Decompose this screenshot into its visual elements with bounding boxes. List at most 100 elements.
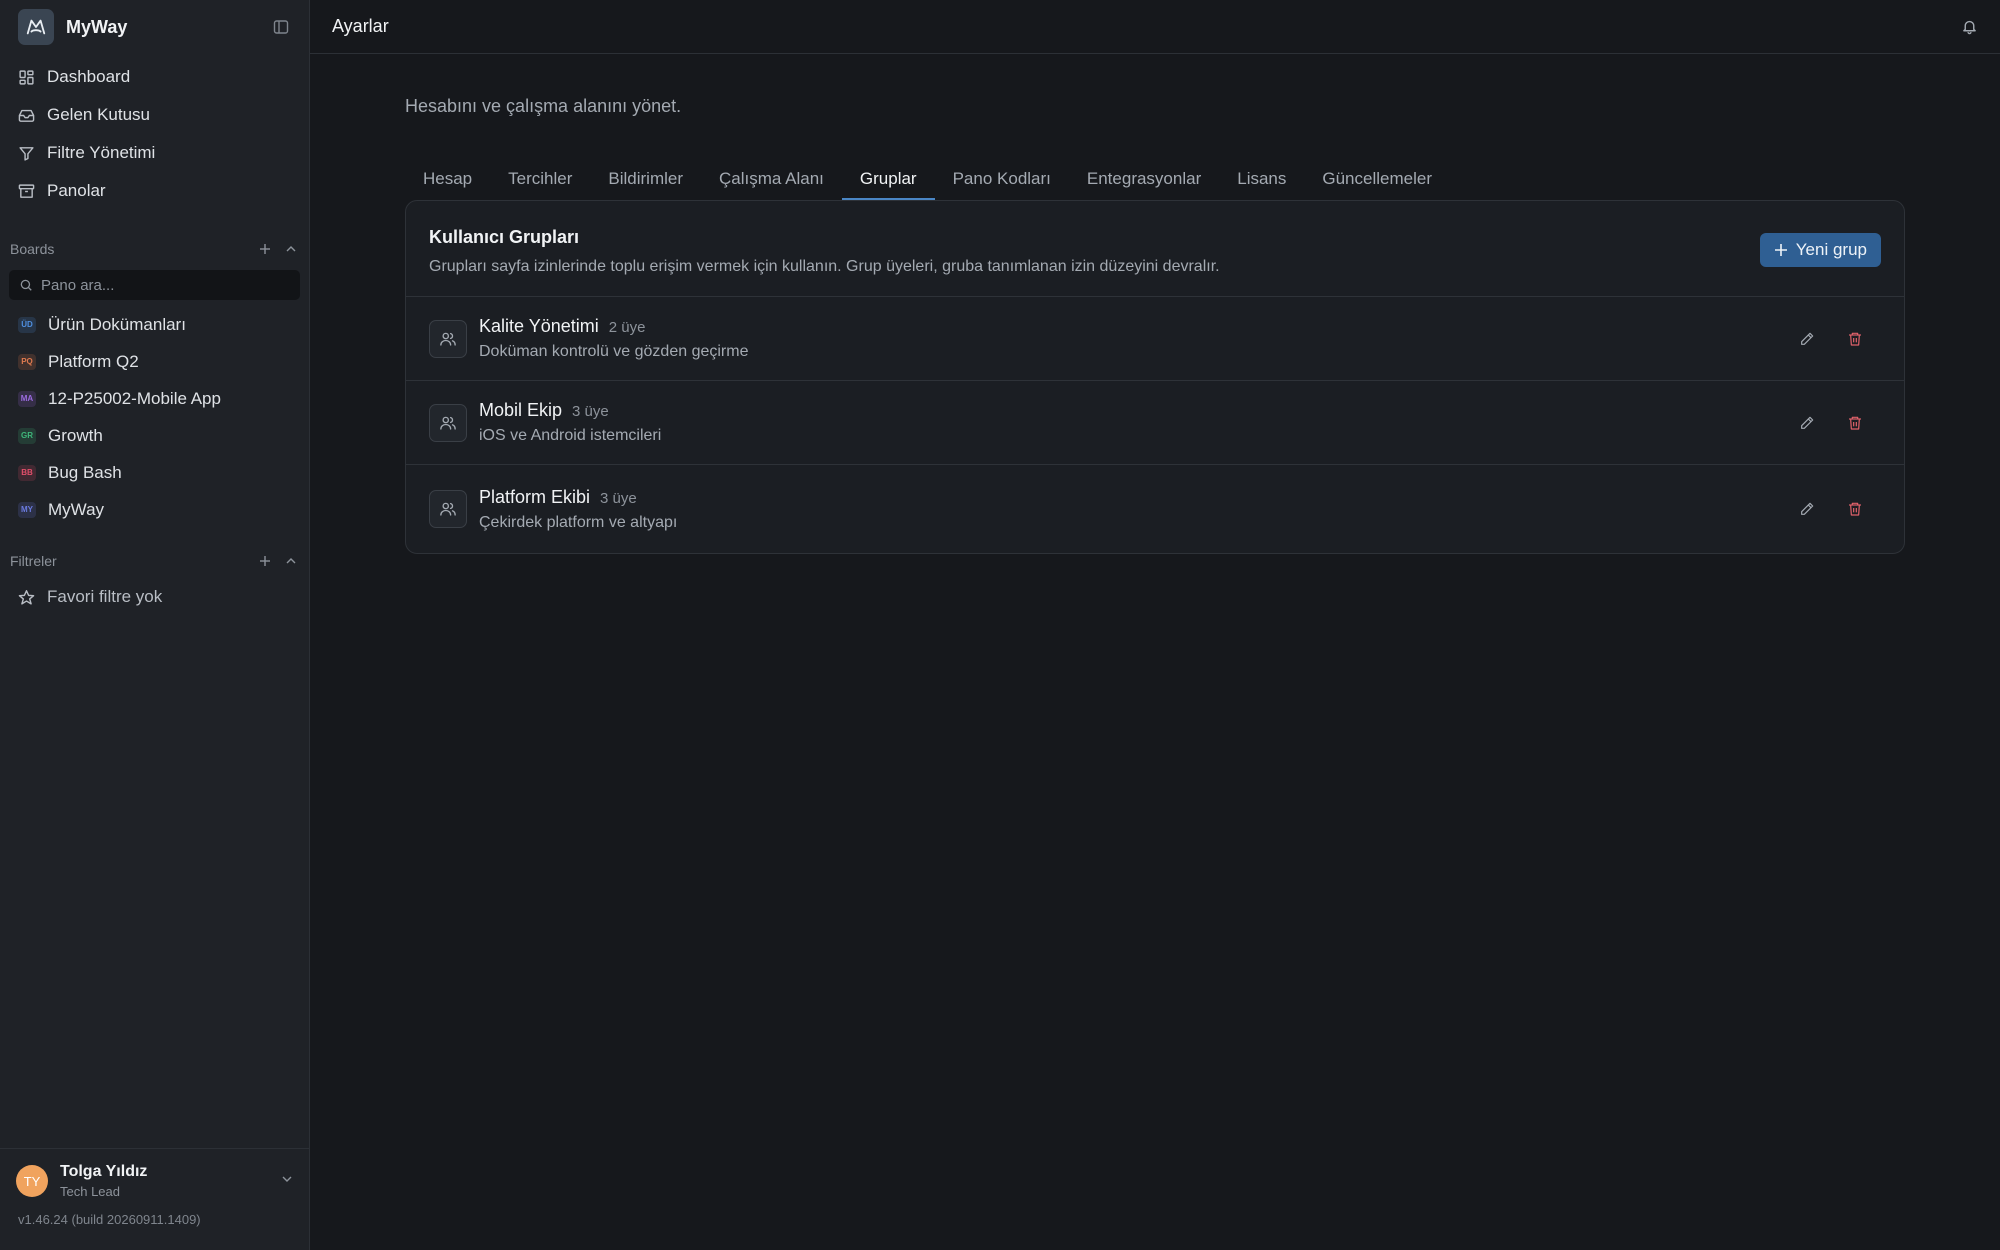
board-list: ÜD Ürün Dokümanları PQ Platform Q2 MA 12-P250… bbox=[0, 306, 309, 528]
tab--al-ma-alan-[interactable]: Çalışma Alanı bbox=[701, 157, 842, 200]
nav-item-inbox[interactable]: Gelen Kutusu bbox=[0, 96, 309, 134]
card-description: Grupları sayfa izinlerinde toplu erişim … bbox=[429, 258, 1220, 275]
group-description: Çekirdek platform ve altyapı bbox=[479, 513, 678, 531]
tab-gruplar[interactable]: Gruplar bbox=[841, 157, 935, 200]
main-nav: Dashboard Gelen Kutusu Filtre Yönetimi P… bbox=[0, 58, 309, 210]
board-search-input[interactable] bbox=[41, 276, 281, 294]
settings-tabs: Hesap Tercihler Bildirimler Çalışma Alanı Gr… bbox=[405, 157, 2000, 200]
add-board-icon[interactable] bbox=[257, 241, 273, 257]
boards-section-header: Boards bbox=[0, 236, 309, 262]
tab-lisans[interactable]: Lisans bbox=[1219, 157, 1304, 200]
filters-section-title: Filtreler bbox=[10, 553, 57, 569]
board-item[interactable]: ÜD Ürün Dokümanları bbox=[0, 306, 309, 343]
user-groups-card-header: Kullanıcı Grupları Grupları sayfa izinle… bbox=[406, 201, 1904, 297]
sidebar: MyWay Dashboard Gelen Kutusu Filtre Yöne… bbox=[0, 0, 310, 1250]
user-name: Tolga Yıldız bbox=[60, 1163, 148, 1180]
tab-tercihler[interactable]: Tercihler bbox=[490, 157, 590, 200]
delete-trash-icon[interactable] bbox=[1845, 413, 1865, 433]
no-favorite-filters: Favori filtre yok bbox=[0, 578, 309, 616]
myway-logo-icon[interactable] bbox=[18, 9, 54, 45]
sidebar-toggle-icon[interactable] bbox=[271, 17, 291, 37]
avatar: TY bbox=[16, 1165, 48, 1197]
brand: MyWay bbox=[0, 0, 309, 54]
board-item[interactable]: MY MyWay bbox=[0, 491, 309, 528]
edit-pencil-icon[interactable] bbox=[1797, 413, 1817, 433]
tab-hesap[interactable]: Hesap bbox=[405, 157, 490, 200]
users-icon bbox=[429, 490, 467, 528]
group-description: Doküman kontrolü ve gözden geçirme bbox=[479, 343, 749, 360]
group-row: Kalite Yönetimi 2 üye Doküman kontrolü ve … bbox=[406, 297, 1904, 381]
board-badge: PQ bbox=[18, 353, 36, 370]
grid-icon bbox=[19, 69, 34, 85]
group-list: Kalite Yönetimi 2 üye Doküman kontrolü ve … bbox=[406, 297, 1904, 553]
board-badge: MA bbox=[18, 390, 36, 407]
edit-pencil-icon[interactable] bbox=[1797, 499, 1817, 519]
topbar: Ayarlar bbox=[310, 0, 2000, 54]
tab-g-ncellemeler[interactable]: Güncellemeler bbox=[1304, 157, 1450, 200]
nav-item-label: Filtre Yönetimi bbox=[47, 143, 156, 162]
app-name: MyWay bbox=[66, 16, 128, 37]
bell-icon[interactable] bbox=[1961, 18, 1978, 35]
board-label: Growth bbox=[48, 425, 103, 445]
board-item[interactable]: MA 12-P25002-Mobile App bbox=[0, 380, 309, 417]
tab-pano-kodlar-[interactable]: Pano Kodları bbox=[935, 157, 1069, 200]
user-role: Tech Lead bbox=[60, 1184, 120, 1199]
user-groups-card: Kullanıcı Grupları Grupları sayfa izinle… bbox=[405, 200, 1905, 554]
board-label: 12-P25002-Mobile App bbox=[48, 388, 221, 408]
star-icon bbox=[18, 589, 35, 605]
board-badge: BB bbox=[18, 464, 36, 481]
nav-item-label: Panolar bbox=[47, 181, 106, 200]
board-item[interactable]: PQ Platform Q2 bbox=[0, 343, 309, 380]
board-badge: ÜD bbox=[18, 316, 36, 333]
group-member-count: 3 üye bbox=[600, 489, 637, 507]
nav-item-boards[interactable]: Panolar bbox=[0, 172, 309, 210]
board-label: Platform Q2 bbox=[48, 351, 139, 371]
add-filter-icon[interactable] bbox=[257, 553, 273, 569]
nav-item-label: Dashboard bbox=[47, 67, 131, 86]
app-version: v1.46.24 (build 20260911.1409) bbox=[18, 1212, 201, 1227]
group-member-count: 3 üye bbox=[572, 403, 609, 420]
board-item[interactable]: GR Growth bbox=[0, 417, 309, 454]
group-description: iOS ve Android istemcileri bbox=[479, 427, 662, 444]
inbox-icon bbox=[18, 109, 35, 122]
page-title: Ayarlar bbox=[332, 16, 389, 36]
delete-trash-icon[interactable] bbox=[1845, 329, 1865, 349]
board-item[interactable]: BB Bug Bash bbox=[0, 454, 309, 491]
search-icon bbox=[20, 279, 32, 291]
plus-icon bbox=[1774, 244, 1787, 256]
collapse-filters-chevron-up-icon[interactable] bbox=[283, 553, 299, 569]
user-menu[interactable]: TY Tolga Yıldız Tech Lead bbox=[0, 1149, 309, 1199]
user-panel: TY Tolga Yıldız Tech Lead v1.46.24 (buil… bbox=[0, 1148, 309, 1250]
collapse-boards-chevron-up-icon[interactable] bbox=[283, 241, 299, 257]
boards-section-title: Boards bbox=[10, 241, 55, 257]
nav-item-dashboard[interactable]: Dashboard bbox=[0, 58, 309, 96]
board-search bbox=[9, 270, 300, 300]
archive-icon bbox=[18, 183, 35, 198]
users-icon bbox=[429, 319, 467, 358]
tab-bildirimler[interactable]: Bildirimler bbox=[590, 157, 701, 200]
board-badge: GR bbox=[18, 427, 36, 444]
group-member-count: 2 üye bbox=[608, 319, 646, 336]
card-title: Kullanıcı Grupları bbox=[429, 227, 580, 247]
group-name: Kalite Yönetimi bbox=[479, 316, 599, 336]
board-label: Bug Bash bbox=[48, 462, 122, 482]
chevron-down-icon[interactable] bbox=[281, 1172, 293, 1190]
board-label: Ürün Dokümanları bbox=[48, 314, 186, 334]
group-row: Mobil Ekip 3 üye iOS ve Android istemciler… bbox=[406, 381, 1904, 465]
group-row: Platform Ekibi 3 üye Çekirdek platform ve … bbox=[406, 465, 1904, 553]
group-name: Platform Ekibi bbox=[479, 486, 591, 507]
new-group-label: Yeni grup bbox=[1795, 240, 1867, 259]
tab-entegrasyonlar[interactable]: Entegrasyonlar bbox=[1069, 157, 1219, 200]
nav-item-filter-management[interactable]: Filtre Yönetimi bbox=[0, 134, 309, 172]
settings-subtitle: Hesabını ve çalışma alanını yönet. bbox=[405, 96, 682, 116]
board-badge: MY bbox=[18, 501, 36, 518]
new-group-button[interactable]: Yeni grup bbox=[1759, 233, 1881, 267]
delete-trash-icon[interactable] bbox=[1845, 499, 1865, 519]
group-name: Mobil Ekip bbox=[479, 400, 563, 420]
main-content: Ayarlar Hesabını ve çalışma alanını yöne… bbox=[310, 0, 2000, 1250]
users-icon bbox=[429, 403, 467, 442]
board-label: MyWay bbox=[48, 499, 105, 519]
filters-section-header: Filtreler bbox=[0, 548, 309, 574]
edit-pencil-icon[interactable] bbox=[1797, 329, 1817, 349]
no-favorite-filters-label: Favori filtre yok bbox=[47, 587, 163, 606]
